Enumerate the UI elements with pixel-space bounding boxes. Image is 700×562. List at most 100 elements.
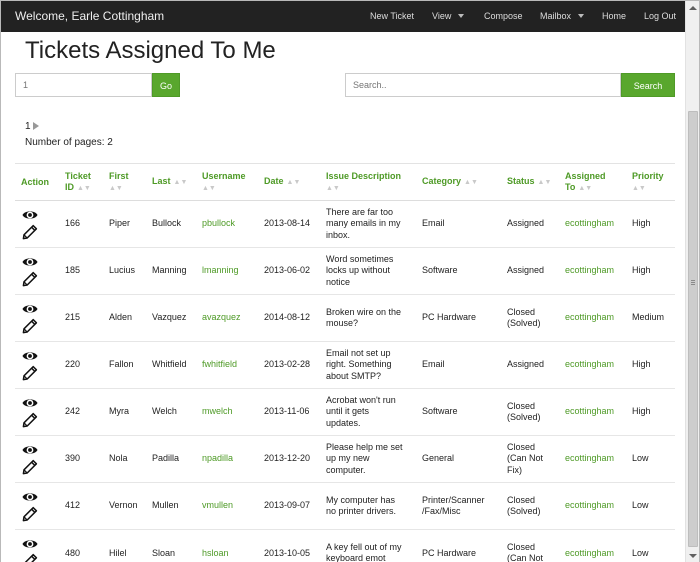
eye-icon[interactable] xyxy=(22,207,38,223)
cell-assigned-to-link[interactable]: ecottingham xyxy=(559,294,626,342)
search-button[interactable]: Search xyxy=(621,73,675,97)
cell-assigned-to-link[interactable]: ecottingham xyxy=(559,529,626,562)
current-page-link[interactable]: 1 xyxy=(25,121,31,132)
table-row: 215 Alden Vazquez avazquez 2014-08-12 Broken … xyxy=(15,294,675,342)
pencil-icon[interactable] xyxy=(22,365,38,381)
cell-status: Closed (Solved) xyxy=(501,482,559,530)
cell-assigned-to-link[interactable]: ecottingham xyxy=(559,388,626,436)
cell-assigned-to-link[interactable]: ecottingham xyxy=(559,247,626,295)
cell-assigned-to-link[interactable]: ecottingham xyxy=(559,341,626,389)
cell-issue-description: Broken wire on the mouse? xyxy=(320,294,416,342)
table-row: 390 Nola Padilla npadilla 2013-12-20 Please h… xyxy=(15,435,675,483)
cell-actions xyxy=(15,341,59,389)
col-header-first[interactable]: First ▲▼ xyxy=(103,163,146,201)
col-header-status[interactable]: Status ▲▼ xyxy=(501,163,559,201)
cell-status: Assigned xyxy=(501,200,559,248)
welcome-brand[interactable]: Welcome, Earle Cottingham xyxy=(15,9,164,23)
cell-actions xyxy=(15,482,59,530)
nav-mailbox-dropdown[interactable]: Mailbox xyxy=(540,11,585,21)
cell-last-name: Whitfield xyxy=(146,341,196,389)
col-header-assigned-to[interactable]: Assigned To ▲▼ xyxy=(559,163,626,201)
cell-date: 2013-12-20 xyxy=(258,435,320,483)
page-number-input[interactable] xyxy=(15,73,152,97)
eye-icon[interactable] xyxy=(22,395,38,411)
cell-assigned-to-link[interactable]: ecottingham xyxy=(559,482,626,530)
eye-icon[interactable] xyxy=(22,442,38,458)
cell-assigned-to-link[interactable]: ecottingham xyxy=(559,200,626,248)
col-header-issue[interactable]: Issue Description ▲▼ xyxy=(320,163,416,201)
nav-new-ticket[interactable]: New Ticket xyxy=(370,11,414,21)
pencil-icon[interactable] xyxy=(22,412,38,428)
cell-ticket-id: 215 xyxy=(59,294,103,342)
cell-username-link[interactable]: vmullen xyxy=(196,482,258,530)
cell-assigned-to-link[interactable]: ecottingham xyxy=(559,435,626,483)
table-row: 185 Lucius Manning lmanning 2013-06-02 Word s… xyxy=(15,247,675,295)
cell-username-link[interactable]: pbullock xyxy=(196,200,258,248)
cell-username-link[interactable]: lmanning xyxy=(196,247,258,295)
page-count-text: Number of pages: 2 xyxy=(25,137,113,148)
cell-username-link[interactable]: avazquez xyxy=(196,294,258,342)
sort-icon: ▲▼ xyxy=(578,184,593,192)
cell-username-link[interactable]: fwhitfield xyxy=(196,341,258,389)
cell-username-link[interactable]: hsloan xyxy=(196,529,258,562)
cell-date: 2013-09-07 xyxy=(258,482,320,530)
col-header-username[interactable]: Username ▲▼ xyxy=(196,163,258,201)
nav-log-out[interactable]: Log Out xyxy=(644,11,676,21)
cell-first-name: Vernon xyxy=(103,482,146,530)
scroll-up-icon[interactable] xyxy=(689,6,697,10)
col-header-category[interactable]: Category ▲▼ xyxy=(416,163,501,201)
cell-priority: Medium xyxy=(626,294,675,342)
cell-category: PC Hardware xyxy=(416,529,501,562)
nav-compose[interactable]: Compose xyxy=(484,11,523,21)
cell-first-name: Piper xyxy=(103,200,146,248)
cell-last-name: Padilla xyxy=(146,435,196,483)
cell-ticket-id: 480 xyxy=(59,529,103,562)
cell-last-name: Welch xyxy=(146,388,196,436)
cell-issue-description: Please help me set up my new computer. xyxy=(320,435,416,483)
cell-ticket-id: 220 xyxy=(59,341,103,389)
col-header-ticket-id[interactable]: Ticket ID ▲▼ xyxy=(59,163,103,201)
table-row: 480 Hilel Sloan hsloan 2013-10-05 A key fell … xyxy=(15,529,675,562)
cell-priority: Low xyxy=(626,435,675,483)
eye-icon[interactable] xyxy=(22,301,38,317)
sort-icon: ▲▼ xyxy=(537,179,552,186)
nav-home[interactable]: Home xyxy=(602,11,626,21)
cell-last-name: Bullock xyxy=(146,200,196,248)
pencil-icon[interactable] xyxy=(22,224,38,240)
cell-username-link[interactable]: mwelch xyxy=(196,388,258,436)
cell-actions xyxy=(15,200,59,248)
scroll-down-icon[interactable] xyxy=(689,554,697,558)
pencil-icon[interactable] xyxy=(22,553,38,562)
vertical-scrollbar[interactable] xyxy=(685,1,699,562)
next-page-icon[interactable] xyxy=(32,122,39,130)
tickets-table: Action Ticket ID ▲▼ First ▲▼ Last ▲▼ Usernam… xyxy=(15,163,675,562)
cell-priority: High xyxy=(626,341,675,389)
pencil-icon[interactable] xyxy=(22,459,38,475)
col-header-priority[interactable]: Priority ▲▼ xyxy=(626,163,675,201)
search-input[interactable] xyxy=(345,73,621,97)
pencil-icon[interactable] xyxy=(22,318,38,334)
cell-ticket-id: 242 xyxy=(59,388,103,436)
cell-username-link[interactable]: npadilla xyxy=(196,435,258,483)
eye-icon[interactable] xyxy=(22,254,38,270)
pencil-icon[interactable] xyxy=(22,271,38,287)
cell-issue-description: There are far too many emails in my inbox. xyxy=(320,200,416,248)
scrollbar-thumb[interactable] xyxy=(688,111,698,547)
navbar: Welcome, Earle Cottingham New Ticket Vie… xyxy=(1,1,685,32)
nav-view-dropdown[interactable]: View xyxy=(432,11,465,21)
eye-icon[interactable] xyxy=(22,348,38,364)
col-header-date[interactable]: Date ▲▼ xyxy=(258,163,320,201)
eye-icon[interactable] xyxy=(22,489,38,505)
sort-icon: ▲▼ xyxy=(326,184,340,192)
col-header-last[interactable]: Last ▲▼ xyxy=(146,163,196,201)
cell-first-name: Alden xyxy=(103,294,146,342)
page-title: Tickets Assigned To Me xyxy=(25,37,276,64)
cell-date: 2013-02-28 xyxy=(258,341,320,389)
cell-first-name: Lucius xyxy=(103,247,146,295)
cell-last-name: Manning xyxy=(146,247,196,295)
go-button[interactable]: Go xyxy=(152,73,180,97)
eye-icon[interactable] xyxy=(22,536,38,552)
cell-first-name: Fallon xyxy=(103,341,146,389)
pencil-icon[interactable] xyxy=(22,506,38,522)
sort-icon: ▲▼ xyxy=(286,179,301,186)
